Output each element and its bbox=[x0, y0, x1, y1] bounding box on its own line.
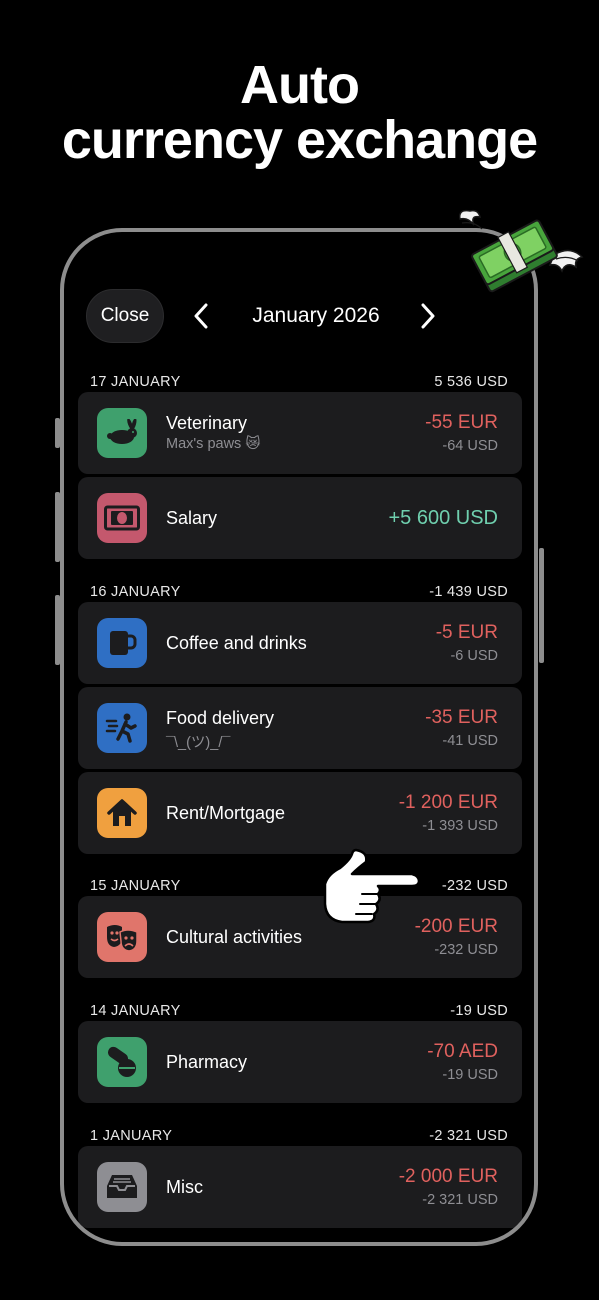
section-header: 17 JANUARY 5 536 USD bbox=[90, 374, 508, 394]
transaction-row[interactable]: Pharmacy -70 AED -19 USD bbox=[78, 1021, 522, 1103]
transaction-amount: +5 600 USD bbox=[388, 507, 498, 529]
converted-amount: -1 393 USD bbox=[422, 818, 498, 834]
converted-amount: -41 USD bbox=[442, 733, 498, 749]
transaction-note: ¯\_(ツ)_/¯ bbox=[166, 735, 231, 751]
transaction-title: Food delivery bbox=[166, 708, 275, 728]
month-title: January 2026 bbox=[252, 304, 380, 327]
phone-power-button bbox=[539, 548, 544, 663]
next-month-button[interactable] bbox=[413, 298, 443, 334]
section-total: -232 USD bbox=[441, 878, 508, 894]
phone-frame: Close January 2026 17 JANUARY 5 536 USD … bbox=[60, 228, 538, 1246]
section-total: -1 439 USD bbox=[429, 584, 508, 600]
section-header: 1 JANUARY -2 321 USD bbox=[90, 1128, 508, 1148]
pointing-hand-icon bbox=[323, 848, 421, 924]
transaction-row[interactable]: Misc -2 000 EUR -2 321 USD bbox=[78, 1146, 522, 1228]
section-date: 15 JANUARY bbox=[90, 878, 181, 894]
section-date: 16 JANUARY bbox=[90, 584, 181, 600]
transaction-row[interactable]: Rent/Mortgage -1 200 EUR -1 393 USD bbox=[78, 772, 522, 854]
transaction-amount: -2 000 EUR bbox=[398, 1166, 498, 1187]
transaction-row[interactable]: Salary +5 600 USD bbox=[78, 477, 522, 559]
transaction-title: Rent/Mortgage bbox=[166, 803, 286, 823]
headline-line-1: Auto bbox=[240, 55, 360, 115]
mug-icon bbox=[97, 618, 147, 668]
section-total: -19 USD bbox=[450, 1003, 508, 1019]
tray-icon bbox=[97, 1162, 147, 1212]
theater-masks-icon bbox=[97, 912, 147, 962]
transaction-title: Pharmacy bbox=[166, 1052, 248, 1072]
transaction-amount: -1 200 EUR bbox=[398, 792, 498, 813]
transaction-amount: -200 EUR bbox=[414, 916, 498, 937]
section-total: 5 536 USD bbox=[434, 374, 508, 390]
transaction-row[interactable]: Veterinary Max's paws 😿 -55 EUR -64 USD bbox=[78, 392, 522, 474]
converted-amount: -64 USD bbox=[442, 438, 498, 454]
flying-money-icon bbox=[458, 209, 584, 293]
banknote-icon bbox=[97, 493, 147, 543]
transaction-row[interactable]: Cultural activities -200 EUR -232 USD bbox=[78, 896, 522, 978]
transaction-title: Coffee and drinks bbox=[166, 633, 307, 653]
chevron-left-icon bbox=[194, 303, 208, 329]
transaction-amount: -35 EUR bbox=[425, 707, 498, 728]
section-date: 1 JANUARY bbox=[90, 1128, 173, 1144]
previous-month-button[interactable] bbox=[186, 298, 216, 334]
converted-amount: -232 USD bbox=[434, 942, 498, 958]
section-header: 14 JANUARY -19 USD bbox=[90, 1003, 508, 1023]
transaction-row[interactable]: Food delivery ¯\_(ツ)_/¯ -35 EUR -41 USD bbox=[78, 687, 522, 769]
transaction-title: Salary bbox=[166, 508, 218, 528]
headline-line-2: currency exchange bbox=[61, 110, 538, 170]
chevron-right-icon bbox=[421, 303, 435, 329]
section-total: -2 321 USD bbox=[429, 1128, 508, 1144]
converted-amount: -2 321 USD bbox=[422, 1192, 498, 1208]
transaction-title: Misc bbox=[166, 1177, 203, 1197]
transaction-note: Max's paws 😿 bbox=[166, 436, 261, 452]
pills-icon bbox=[97, 1037, 147, 1087]
transaction-amount: -5 EUR bbox=[435, 622, 498, 643]
converted-amount: -6 USD bbox=[450, 648, 498, 664]
section-header: 16 JANUARY -1 439 USD bbox=[90, 584, 508, 604]
section-date: 14 JANUARY bbox=[90, 1003, 181, 1019]
transaction-title: Cultural activities bbox=[166, 927, 303, 947]
transaction-row[interactable]: Coffee and drinks -5 EUR -6 USD bbox=[78, 602, 522, 684]
section-header: 15 JANUARY -232 USD bbox=[90, 878, 508, 898]
rabbit-icon bbox=[97, 408, 147, 458]
transaction-amount: -70 AED bbox=[427, 1041, 498, 1062]
close-button[interactable]: Close bbox=[86, 289, 164, 343]
house-icon bbox=[97, 788, 147, 838]
section-date: 17 JANUARY bbox=[90, 374, 181, 390]
transaction-amount: -55 EUR bbox=[425, 412, 498, 433]
runner-icon bbox=[97, 703, 147, 753]
converted-amount: -19 USD bbox=[442, 1067, 498, 1083]
transaction-title: Veterinary bbox=[166, 413, 248, 433]
